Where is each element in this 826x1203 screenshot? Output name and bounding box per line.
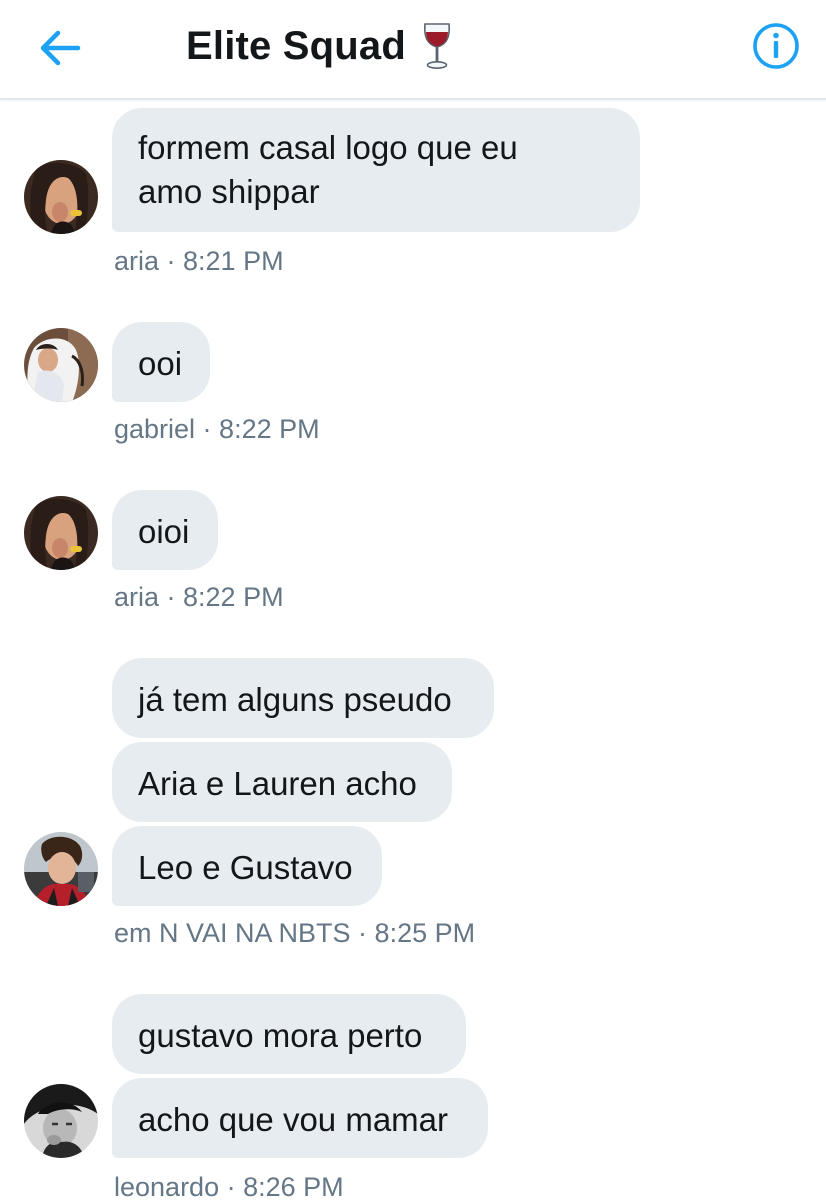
avatar-aria[interactable]: [24, 160, 98, 234]
message-meta: aria · 8:21 PM: [114, 246, 284, 276]
message-bubble[interactable]: gustavo mora perto: [112, 994, 466, 1074]
message-text-line: ooi: [138, 345, 183, 382]
avatar-image: [24, 328, 98, 402]
message-text-line: Aria e Lauren acho: [138, 765, 417, 802]
avatar-em-n-vai-na-nbts[interactable]: [24, 832, 98, 906]
message-bubble[interactable]: Aria e Lauren acho: [112, 742, 452, 822]
message-text-line: amo shippar: [138, 173, 320, 210]
avatar-image: [24, 496, 98, 570]
arrow-left-icon: [40, 30, 81, 66]
message-text-line: acho que vou mamar: [138, 1101, 449, 1138]
avatar-leonardo[interactable]: [24, 1084, 98, 1158]
wine-glass-icon: [423, 23, 451, 69]
message-text-line: Leo e Gustavo: [138, 849, 353, 886]
message-meta: em N VAI NA NBTS · 8:25 PM: [114, 918, 476, 948]
avatar-image: [24, 1084, 98, 1158]
message-meta: aria · 8:22 PM: [114, 582, 284, 612]
conversation-title: Elite Squad: [186, 23, 407, 68]
avatar-aria[interactable]: [24, 496, 98, 570]
message-meta: gabriel · 8:22 PM: [114, 414, 320, 444]
avatar-gabriel[interactable]: [24, 328, 98, 402]
avatar-image: [24, 832, 98, 906]
message-meta: leonardo · 8:26 PM: [114, 1172, 344, 1202]
message-bubble[interactable]: acho que vou mamar: [112, 1078, 488, 1158]
message-bubble[interactable]: formem casal logo que eu amo shippar: [112, 108, 640, 232]
message-bubble[interactable]: já tem alguns pseudo: [112, 658, 494, 738]
conversation-title-wrap: Elite Squad: [186, 18, 454, 74]
message-text-line: já tem alguns pseudo: [138, 681, 452, 718]
message-bubble[interactable]: oioi: [112, 490, 218, 570]
message-bubble[interactable]: ooi: [112, 322, 210, 402]
message-text-line: gustavo mora perto: [138, 1017, 423, 1054]
info-button[interactable]: [750, 20, 802, 72]
back-button[interactable]: [34, 22, 86, 74]
message-text-line: formem casal logo que eu: [138, 129, 518, 166]
message-bubble[interactable]: Leo e Gustavo: [112, 826, 382, 906]
avatar-image: [24, 160, 98, 234]
message-thread[interactable]: formem casal logo que eu amo shippar ari…: [0, 100, 826, 1202]
info-icon: [753, 23, 799, 69]
conversation-header: Elite Squad: [0, 0, 826, 100]
message-text-line: oioi: [138, 513, 190, 550]
